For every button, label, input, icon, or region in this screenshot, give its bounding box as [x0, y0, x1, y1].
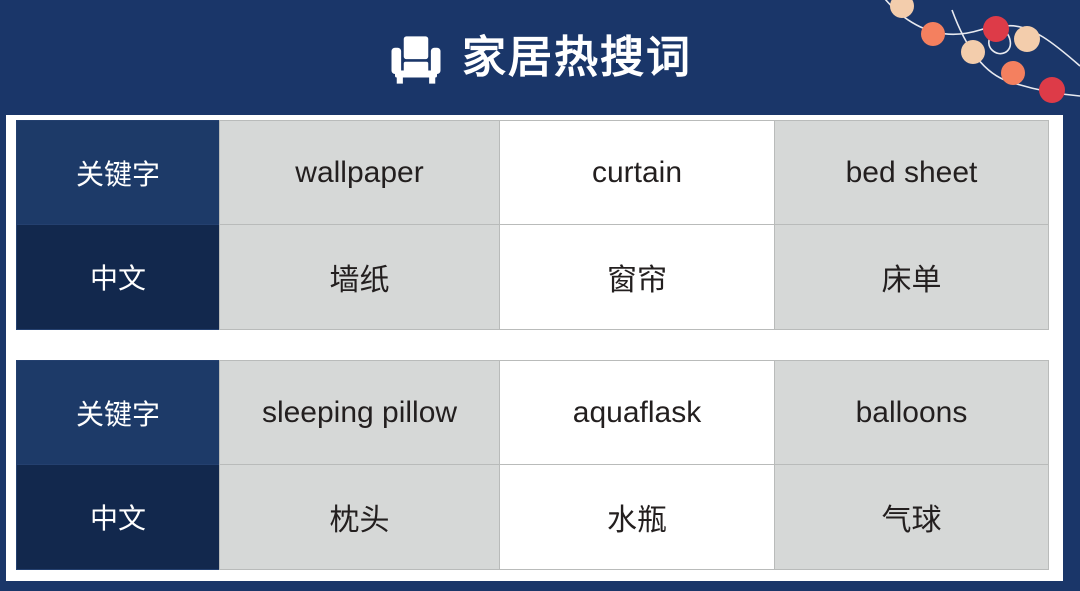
table-row: 关键字 wallpaper curtain bed sheet: [16, 120, 1051, 225]
table-row: 中文 墙纸 窗帘 床单: [16, 224, 1051, 330]
chinese-cell: 水瓶: [499, 464, 775, 570]
armchair-icon: [391, 35, 441, 84]
keyword-cell: curtain: [499, 120, 775, 225]
row-label-chinese: 中文: [16, 224, 220, 330]
keywords-table: 关键字 wallpaper curtain bed sheet 中文 墙纸 窗帘…: [16, 120, 1051, 570]
chinese-cell: 气球: [774, 464, 1049, 570]
keyword-cell: wallpaper: [219, 120, 500, 225]
page-title: 家居热搜词: [462, 32, 692, 82]
chinese-cell: 墙纸: [219, 224, 500, 330]
keyword-cell: aquaflask: [499, 360, 775, 465]
keyword-cell: balloons: [774, 360, 1049, 465]
table-row: 关键字 sleeping pillow aquaflask balloons: [16, 360, 1051, 465]
header-banner: 家居热搜词: [0, 0, 1080, 115]
chinese-cell: 窗帘: [499, 224, 775, 330]
chinese-cell: 床单: [774, 224, 1049, 330]
table-row: 中文 枕头 水瓶 气球: [16, 464, 1051, 570]
row-label-keyword: 关键字: [16, 120, 220, 225]
row-label-chinese: 中文: [16, 464, 220, 570]
row-label-keyword: 关键字: [16, 360, 220, 465]
keyword-cell: bed sheet: [774, 120, 1049, 225]
home-keywords-infographic: 家居热搜词 关键字 wallpaper curtain bed sheet 中文…: [0, 0, 1080, 591]
bottom-border-strip: [0, 581, 1080, 591]
chinese-cell: 枕头: [219, 464, 500, 570]
keyword-block-2: 关键字 sleeping pillow aquaflask balloons 中…: [16, 360, 1051, 570]
keyword-block-1: 关键字 wallpaper curtain bed sheet 中文 墙纸 窗帘…: [16, 120, 1051, 330]
keyword-cell: sleeping pillow: [219, 360, 500, 465]
